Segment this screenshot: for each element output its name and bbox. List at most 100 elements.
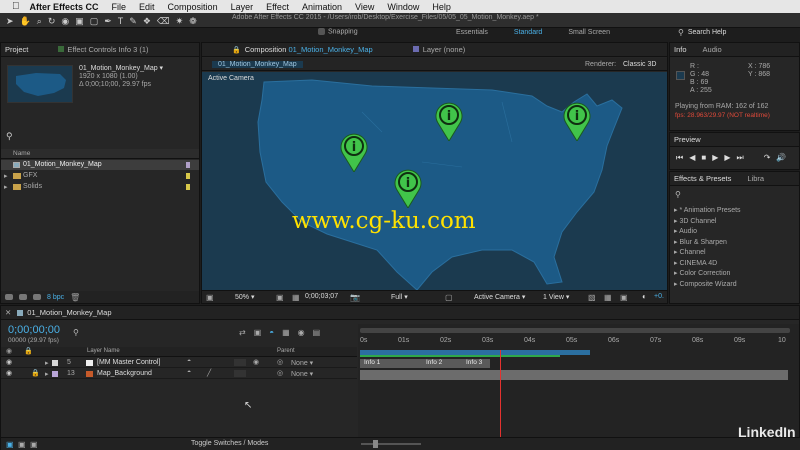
menu-composition[interactable]: Composition xyxy=(168,2,218,12)
menu-animation[interactable]: Animation xyxy=(302,2,342,12)
renderer-value[interactable]: Classic 3D xyxy=(623,61,656,68)
roto-tool-icon[interactable]: ✷ xyxy=(176,16,184,27)
region-icon[interactable]: ▢ xyxy=(445,293,453,302)
menu-effect[interactable]: Effect xyxy=(266,2,289,12)
motion-blur-icon[interactable]: ◉ xyxy=(298,328,305,337)
eye-icon[interactable]: ◉ xyxy=(6,358,12,366)
project-item-solids[interactable]: ▸ Solids xyxy=(1,182,199,192)
menu-view[interactable]: View xyxy=(355,2,374,12)
track-master-control[interactable]: Info 1 Info 2 Info 3 xyxy=(358,358,799,369)
layer-name[interactable]: Map_Background xyxy=(97,370,152,377)
lock-icon[interactable]: 🔒 xyxy=(24,347,33,355)
zoom-slider[interactable] xyxy=(361,443,421,445)
menu-file[interactable]: File xyxy=(112,2,127,12)
stop-icon[interactable]: ■ xyxy=(701,153,706,163)
track-map-background[interactable] xyxy=(360,370,788,380)
workspace-standard[interactable]: Standard xyxy=(514,29,542,36)
column-layer-name[interactable]: Layer Name xyxy=(87,348,120,354)
tab-composition[interactable]: Composition 01_Motion_Monkey_Map xyxy=(245,45,373,54)
tab-info[interactable]: Info xyxy=(674,45,687,54)
project-item-comp[interactable]: 01_Motion_Monkey_Map xyxy=(1,160,199,170)
playhead[interactable] xyxy=(500,350,501,449)
new-folder-icon[interactable] xyxy=(19,294,27,300)
next-frame-icon[interactable]: ▶ xyxy=(724,153,730,163)
puppet-tool-icon[interactable]: ❁ xyxy=(189,16,197,27)
layer-parent[interactable]: None ▾ xyxy=(291,359,313,367)
effects-search-icon[interactable]: ⚲ xyxy=(675,190,681,199)
3d-layer-icon[interactable]: ◉ xyxy=(253,358,259,366)
tab-preview[interactable]: Preview xyxy=(674,135,701,144)
tab-effect-controls[interactable]: Effect Controls Info 3 (1) xyxy=(58,45,149,54)
comp-breadcrumb[interactable]: 01_Motion_Monkey_Map xyxy=(212,61,303,68)
new-comp-icon[interactable] xyxy=(33,294,41,300)
views-select[interactable]: 1 View ▾ xyxy=(543,293,569,301)
marker-info-2[interactable]: Info 2 xyxy=(426,359,442,366)
layer-label-color[interactable] xyxy=(52,360,58,366)
grid-icon[interactable]: ▦ xyxy=(292,293,300,302)
expand-switches-icon[interactable]: ▣ xyxy=(6,440,14,449)
hand-tool-icon[interactable]: ✋ xyxy=(20,16,31,27)
tab-project[interactable]: Project xyxy=(5,45,28,54)
draft-3d-icon[interactable]: ▣ xyxy=(254,328,262,337)
marker-info-3[interactable]: Info 3 xyxy=(466,359,482,366)
apple-icon[interactable]:  xyxy=(12,1,20,12)
layer-row[interactable]: ◉ 🔒 ▸ 13 Map_Background ◓ ╱ ◎ None ▾ xyxy=(1,369,357,379)
pen-tool-icon[interactable]: ✒ xyxy=(104,16,112,27)
camera-tool-icon[interactable]: ◉ xyxy=(61,16,69,27)
clone-tool-icon[interactable]: ❖ xyxy=(143,16,151,27)
column-parent[interactable]: Parent xyxy=(277,348,295,354)
last-frame-icon[interactable]: ⏭ xyxy=(737,153,744,163)
eraser-tool-icon[interactable]: ⌫ xyxy=(157,16,170,27)
type-tool-icon[interactable]: T xyxy=(118,16,124,27)
effects-item[interactable]: ▸ 3D Channel xyxy=(674,217,798,228)
time-navigator[interactable] xyxy=(360,328,790,333)
menu-edit[interactable]: Edit xyxy=(139,2,155,12)
snapshot-icon[interactable]: 📷 xyxy=(350,293,360,302)
shy-layers-icon[interactable]: ◓ xyxy=(269,328,274,337)
effects-item[interactable]: ▸ CINEMA 4D xyxy=(674,259,798,270)
pickwhip-icon[interactable]: ◎ xyxy=(277,358,283,366)
zoom-slider-thumb[interactable] xyxy=(373,440,378,448)
snapping-checkbox[interactable]: Snapping xyxy=(318,28,358,35)
tab-layer[interactable]: Layer (none) xyxy=(412,45,465,54)
magnify-icon[interactable]: ▣ xyxy=(206,293,214,302)
marker-info-1[interactable]: Info 1 xyxy=(364,359,380,366)
lock-icon[interactable]: 🔒 xyxy=(232,46,241,54)
lock-icon[interactable]: 🔒 xyxy=(31,369,40,377)
expand-modes-icon[interactable]: ▣ xyxy=(18,440,26,449)
frame-blending-icon[interactable]: ▦ xyxy=(282,328,290,337)
graph-editor-icon[interactable]: ▤ xyxy=(313,328,321,337)
brush-tool-icon[interactable]: ✎ xyxy=(129,16,137,27)
pan-behind-tool-icon[interactable]: ▣ xyxy=(75,16,84,27)
workspace-essentials[interactable]: Essentials xyxy=(456,29,488,36)
mute-icon[interactable]: 🔊 xyxy=(776,153,786,163)
layer-parent[interactable]: None ▾ xyxy=(291,370,313,378)
close-icon[interactable]: ✕ xyxy=(5,308,11,317)
zoom-tool-icon[interactable]: ⌕ xyxy=(37,16,42,27)
search-help[interactable]: ⚲ Search Help xyxy=(678,27,796,38)
effects-item[interactable]: ▸ Color Correction xyxy=(674,269,798,280)
rotate-tool-icon[interactable]: ↻ xyxy=(48,16,56,27)
trash-icon[interactable]: 🗑 xyxy=(70,293,80,302)
switch-cell[interactable] xyxy=(234,370,246,377)
toggle-switches-modes[interactable]: Toggle Switches / Modes xyxy=(191,440,268,447)
shy-icon[interactable]: ◓ xyxy=(187,369,191,376)
pickwhip-icon[interactable]: ◎ xyxy=(277,369,283,377)
fast-previews-icon[interactable]: ▧ xyxy=(588,293,596,302)
layer-row[interactable]: ◉ ▸ 5 [MM Master Control] ◓ ◉ ◎ None ▾ xyxy=(1,358,357,368)
comp-viewer[interactable]: Active Camera i i i i www.cg-ku.com xyxy=(202,72,667,290)
switch-cell[interactable] xyxy=(234,359,246,366)
timeline-search-icon[interactable]: ⚲ xyxy=(73,328,79,337)
effects-item[interactable]: ▸ Blur & Sharpen xyxy=(674,238,798,249)
expand-stretch-icon[interactable]: ▣ xyxy=(30,440,38,449)
current-time[interactable]: 0;00;03;07 xyxy=(305,293,338,300)
layer-name[interactable]: [MM Master Control] xyxy=(97,359,160,366)
quality-icon[interactable]: ╱ xyxy=(207,369,211,377)
eye-icon[interactable]: ◉ xyxy=(6,347,12,355)
safe-zones-icon[interactable]: ▣ xyxy=(276,293,284,302)
effects-item[interactable]: ▸ Audio xyxy=(674,227,798,238)
bpc-button[interactable]: 8 bpc xyxy=(47,294,64,301)
comp-flowchart-icon[interactable]: ⇄ xyxy=(239,328,246,337)
effects-item[interactable]: ▸ Channel xyxy=(674,248,798,259)
prev-frame-icon[interactable]: ◀ xyxy=(689,153,695,163)
